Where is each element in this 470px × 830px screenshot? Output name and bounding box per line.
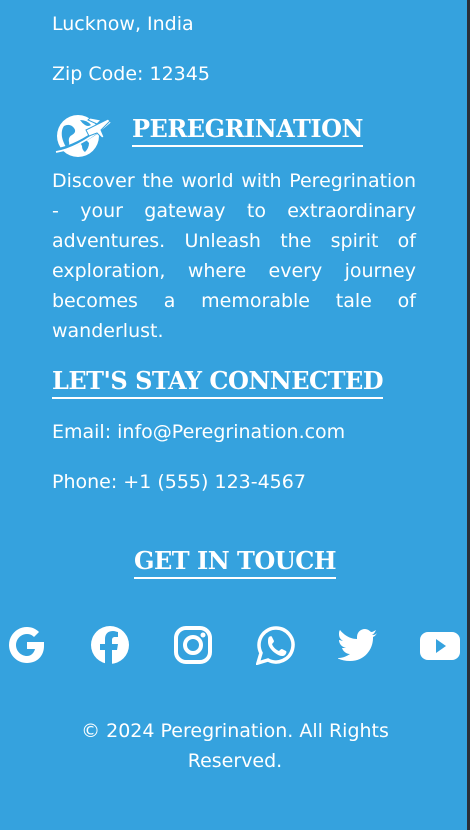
footer-section: Lucknow, India Zip Code: 12345 PEREGRINA… (0, 0, 470, 830)
youtube-icon[interactable] (418, 620, 462, 670)
contact-heading: LET'S STAY CONNECTED (52, 366, 384, 399)
get-in-touch-heading: GET IN TOUCH (134, 546, 337, 579)
address-zip: Zip Code: 12345 (52, 63, 210, 85)
copyright-text: © 2024 Peregrination. All Rights Reserve… (81, 720, 389, 772)
brand-description: Discover the world with Peregrination - … (52, 170, 416, 342)
social-icons (0, 620, 470, 670)
twitter-icon[interactable] (336, 620, 380, 670)
get-in-touch-wrap: GET IN TOUCH (0, 546, 470, 579)
globe-airplane-icon (52, 112, 112, 160)
instagram-icon[interactable] (171, 620, 215, 670)
google-icon[interactable] (5, 620, 49, 670)
brand-block: PEREGRINATION (52, 110, 363, 160)
address-city: Lucknow, India (52, 13, 194, 35)
facebook-icon[interactable] (88, 620, 132, 670)
contact-email[interactable]: Email: info@Peregrination.com (52, 417, 345, 447)
whatsapp-icon[interactable] (254, 620, 298, 670)
brand-name: PEREGRINATION (132, 114, 363, 147)
contact-phone[interactable]: Phone: +1 (555) 123-4567 (52, 467, 306, 497)
